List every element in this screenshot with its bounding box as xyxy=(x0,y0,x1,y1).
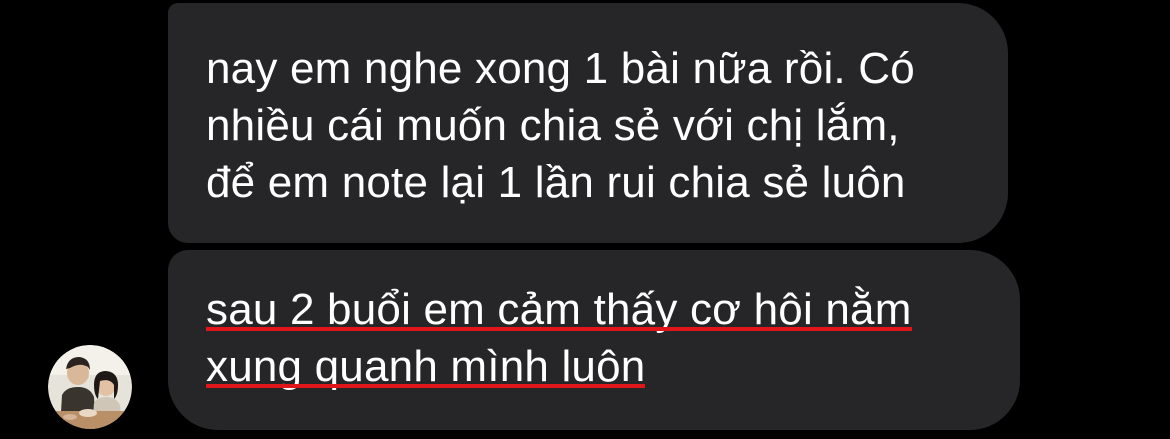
underlined-message-line: xung quanh mình luôn xyxy=(206,338,646,395)
chat-thread: nay em nghe xong 1 bài nữa rồi. Có nhiều… xyxy=(0,0,1170,439)
message-text: nay em nghe xong 1 bài nữa rồi. Có nhiều… xyxy=(206,40,970,211)
underlined-message-line: sau 2 buổi em cảm thấy cơ hội nằm xyxy=(206,281,912,338)
message-line-wrapper: sau 2 buổi em cảm thấy cơ hội nằm xyxy=(206,281,982,338)
message-line: để em note lại 1 lần rui chia sẻ luôn xyxy=(206,158,906,207)
message-line-wrapper: xung quanh mình luôn xyxy=(206,338,982,395)
message-line: nay em nghe xong 1 bài nữa rồi. Có xyxy=(206,44,915,93)
message-line: nhiều cái muốn chia sẻ với chị lắm, xyxy=(206,101,900,150)
message-bubble[interactable]: nay em nghe xong 1 bài nữa rồi. Có nhiều… xyxy=(168,3,1008,243)
profile-photo-avatar-icon xyxy=(48,345,132,429)
message-bubble[interactable]: sau 2 buổi em cảm thấy cơ hội nằm xung q… xyxy=(168,250,1020,430)
message-text: sau 2 buổi em cảm thấy cơ hội nằm xung q… xyxy=(206,281,982,395)
sender-avatar[interactable] xyxy=(48,345,132,429)
